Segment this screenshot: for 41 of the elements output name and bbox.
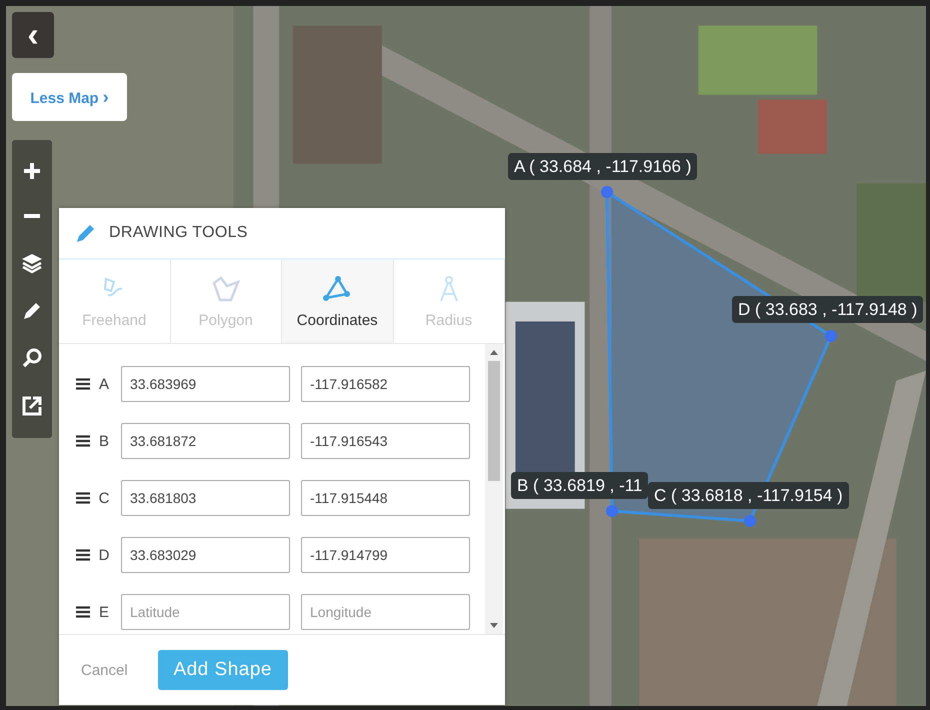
drag-handle-icon[interactable] [76,435,90,447]
latitude-field[interactable]: 33.683969 [121,366,290,402]
longitude-field[interactable]: Longitude [301,594,470,630]
vertex-marker[interactable] [601,186,613,198]
point-letter: B [98,432,110,450]
coordinate-label: D ( 33.683 , -117.9148 ) [732,296,924,323]
coordinate-label: C ( 33.6818 , -117.9154 ) [648,482,849,509]
pencil-icon [75,222,97,244]
latitude-field[interactable]: Latitude [121,594,290,630]
drag-handle-icon[interactable] [76,378,90,390]
point-letter: E [98,604,110,620]
drag-handle-icon[interactable] [76,549,90,561]
scroll-up-icon[interactable] [490,349,498,355]
latitude-field[interactable]: 33.683029 [121,537,290,573]
polygon-icon [210,275,241,303]
vertex-marker[interactable] [744,515,756,527]
longitude-field[interactable]: -117.916582 [301,366,470,402]
drag-handle-icon[interactable] [76,492,90,504]
triangle-icon [322,275,352,303]
drag-handle-icon[interactable] [76,606,90,618]
search-icon[interactable] [21,347,43,370]
latitude-field[interactable]: 33.681872 [121,423,290,459]
latitude-field[interactable]: 33.681803 [121,480,290,516]
back-button[interactable]: ‹ [12,12,54,58]
scroll-down-icon[interactable] [490,623,498,629]
longitude-field[interactable]: -117.915448 [301,480,470,516]
vertex-marker[interactable] [606,505,618,517]
point-letter: C [98,490,110,506]
coordinate-label: A ( 33.684 , -117.9166 ) [508,153,698,180]
coordinate-label: B ( 33.6819 , -11 [511,472,648,499]
point-letter: A [98,376,110,392]
longitude-field[interactable]: -117.914799 [301,537,470,573]
point-letter: D [98,546,110,564]
tool-tab[interactable]: Coordinates [282,260,394,343]
scrollbar[interactable] [485,344,503,634]
vertex-marker[interactable] [825,330,837,342]
longitude-field[interactable]: -117.916543 [301,423,470,459]
zoom-in-icon[interactable] [22,160,42,181]
layers-icon[interactable] [20,252,44,274]
panel-title: DRAWING TOOLS [109,224,248,242]
share-icon[interactable] [21,395,43,418]
